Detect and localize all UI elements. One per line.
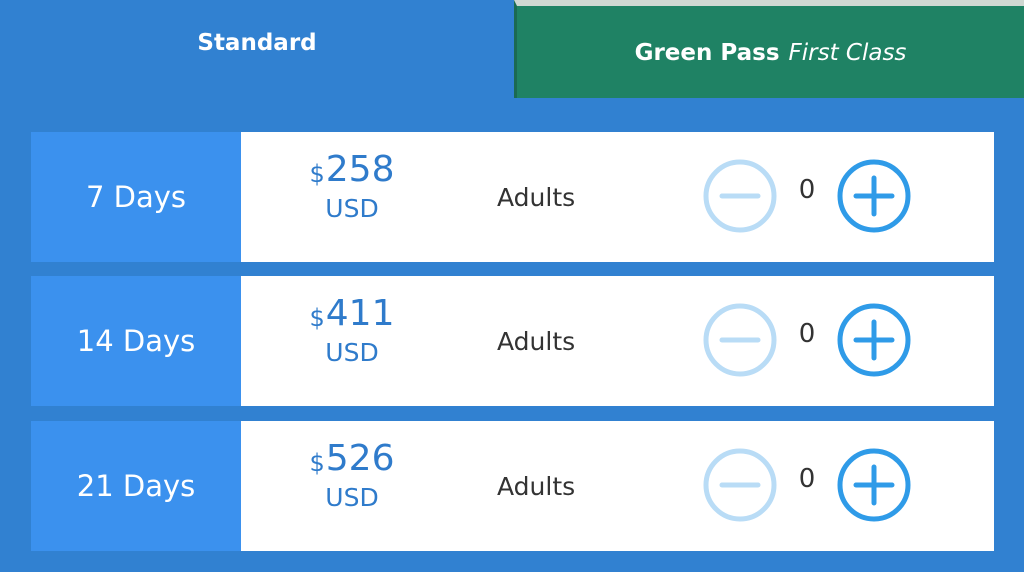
pass-duration: 7 Days	[31, 132, 241, 262]
price-amount: 411	[325, 293, 395, 334]
price-amount: 526	[325, 438, 395, 479]
currency-code: USD	[325, 338, 379, 367]
quantity-stepper: 0	[702, 158, 912, 234]
currency-symbol: $	[309, 449, 325, 477]
quantity-stepper: 0	[702, 302, 912, 378]
pass-row: 7 Days $ 258 USD Adults 0	[31, 132, 994, 262]
tab-first-class-label: First Class	[788, 40, 907, 66]
traveler-category: Adults	[497, 326, 576, 356]
pass-row: 14 Days $ 411 USD Adults 0	[31, 276, 994, 406]
price-amount: 258	[325, 149, 395, 190]
currency-symbol: $	[309, 304, 325, 332]
tab-green-pass-first-class[interactable]: Green Pass First Class	[514, 0, 1024, 98]
pass-duration: 14 Days	[31, 276, 241, 406]
decrement-button[interactable]	[702, 302, 778, 378]
quantity-value: 0	[798, 175, 816, 205]
pass-row: 21 Days $ 526 USD Adults 0	[31, 421, 994, 551]
minus-circle-icon	[703, 303, 777, 377]
traveler-category: Adults	[497, 182, 576, 212]
price-amount-line: $ 411	[291, 296, 413, 332]
pass-class-tabs: Standard Green Pass First Class	[0, 0, 1024, 98]
price-amount-line: $ 526	[291, 441, 413, 477]
pass-price: $ 411 USD	[291, 296, 413, 367]
plus-circle-icon	[837, 448, 911, 522]
decrement-button[interactable]	[702, 447, 778, 523]
pass-price: $ 526 USD	[291, 441, 413, 512]
minus-circle-icon	[703, 159, 777, 233]
quantity-stepper: 0	[702, 447, 912, 523]
minus-circle-icon	[703, 448, 777, 522]
quantity-value: 0	[798, 319, 816, 349]
traveler-category: Adults	[497, 471, 576, 501]
tab-green-pass-label: Green Pass	[634, 40, 780, 66]
currency-code: USD	[325, 483, 379, 512]
price-amount-line: $ 258	[291, 152, 413, 188]
pass-price: $ 258 USD	[291, 152, 413, 223]
currency-symbol: $	[309, 160, 325, 188]
plus-circle-icon	[837, 159, 911, 233]
quantity-value: 0	[798, 464, 816, 494]
decrement-button[interactable]	[702, 158, 778, 234]
plus-circle-icon	[837, 303, 911, 377]
tab-standard-label: Standard	[197, 30, 317, 56]
increment-button[interactable]	[836, 447, 912, 523]
increment-button[interactable]	[836, 158, 912, 234]
currency-code: USD	[325, 194, 379, 223]
increment-button[interactable]	[836, 302, 912, 378]
tab-standard[interactable]: Standard	[0, 0, 514, 98]
pass-duration: 21 Days	[31, 421, 241, 551]
